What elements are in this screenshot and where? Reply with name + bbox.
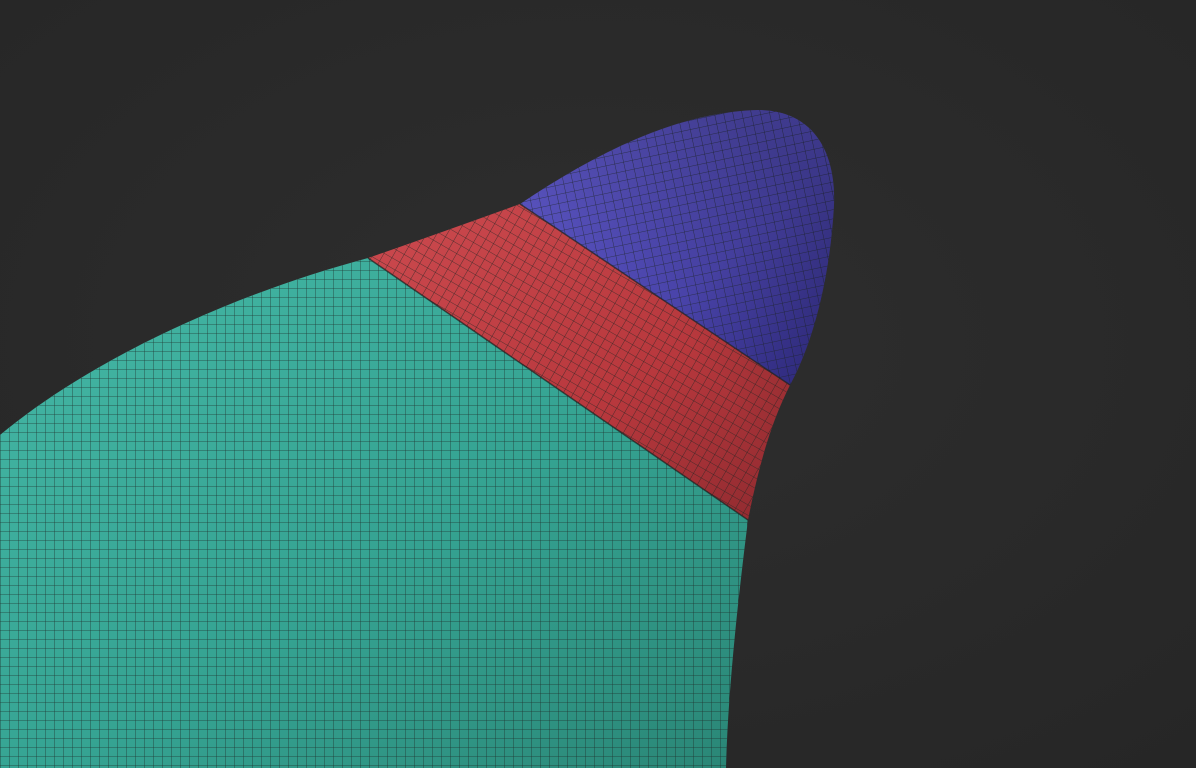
sculpt-mesh-render (0, 0, 1196, 768)
3d-viewport[interactable] (0, 0, 1196, 768)
